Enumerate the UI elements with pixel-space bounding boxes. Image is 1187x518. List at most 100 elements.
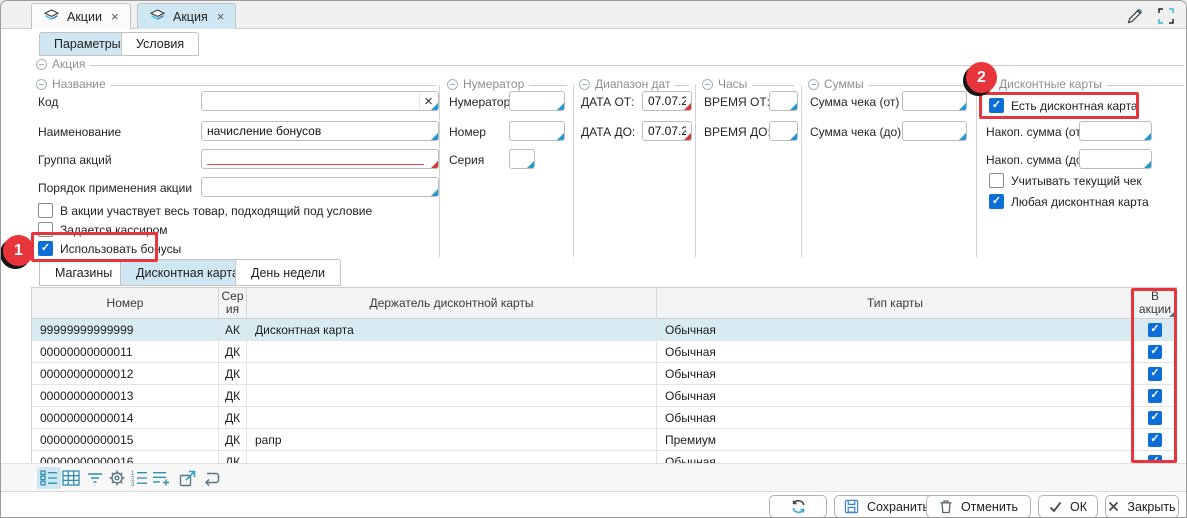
table-row[interactable]: 99999999999999 АК Дисконтная карта Обычн…	[32, 319, 1176, 341]
date-from-input[interactable]	[643, 92, 691, 110]
table-row[interactable]: 00000000000013 ДК Обычная	[32, 385, 1176, 407]
checkbox[interactable]	[989, 98, 1004, 113]
footer-bar: Сохранить Отменить ОК Закрыть	[1, 491, 1187, 518]
cancel-button[interactable]: Отменить	[926, 495, 1031, 518]
checkbox[interactable]	[989, 173, 1004, 188]
add-row-icon[interactable]	[149, 467, 173, 489]
collapse-icon[interactable]	[36, 59, 47, 70]
ok-button[interactable]: ОК	[1038, 495, 1098, 518]
collapse-icon[interactable]	[36, 79, 47, 90]
nomer-field[interactable]	[509, 121, 565, 141]
nakop-from-field[interactable]	[1079, 121, 1152, 141]
cb-use-bonus-row[interactable]: Использовать бонусы	[38, 241, 181, 256]
doc-tab-akciya[interactable]: Акция ×	[137, 3, 236, 29]
poryadok-field[interactable]	[201, 177, 439, 197]
date-to-field[interactable]	[642, 121, 692, 141]
kod-input[interactable]	[202, 92, 438, 110]
row-checkbox[interactable]	[1148, 411, 1162, 425]
sum-to-input[interactable]	[903, 122, 966, 140]
tab-magaziny[interactable]: Магазины	[39, 259, 128, 286]
poryadok-input[interactable]	[202, 178, 438, 196]
cb-current-check-row[interactable]: Учитывать текущий чек	[989, 173, 1142, 188]
nakop-from-input[interactable]	[1080, 122, 1151, 140]
checkbox[interactable]	[989, 194, 1004, 209]
close-button[interactable]: Закрыть	[1105, 495, 1179, 518]
collapse-icon[interactable]	[579, 79, 590, 90]
date-to-input[interactable]	[643, 122, 691, 140]
col-in-action[interactable]: В акции	[1134, 288, 1176, 318]
doc-tab-akcii[interactable]: Акции ×	[31, 3, 131, 29]
divider	[695, 85, 696, 257]
trash-icon	[939, 499, 953, 514]
row-checkbox[interactable]	[1148, 433, 1162, 447]
cb-all-goods-row[interactable]: В акции участвует весь товар, подходящий…	[38, 203, 372, 218]
gruppa-input[interactable]	[202, 150, 438, 168]
cb-any-card-row[interactable]: Любая дисконтная карта	[989, 194, 1149, 209]
collapse-icon[interactable]	[702, 79, 713, 90]
nakop-to-field[interactable]	[1079, 149, 1152, 169]
sum-from-input[interactable]	[903, 92, 966, 110]
cb-has-card-row[interactable]: Есть дисконтная карта	[989, 98, 1138, 113]
time-to-input[interactable]	[770, 122, 797, 140]
collapse-icon[interactable]	[808, 79, 819, 90]
col-number[interactable]: Номер	[32, 288, 219, 318]
numerator-input[interactable]	[510, 92, 564, 110]
row-checkbox[interactable]	[1148, 367, 1162, 381]
checkbox[interactable]	[38, 241, 53, 256]
poryadok-label: Порядок применения акции	[38, 181, 192, 195]
cell-holder	[247, 385, 657, 406]
nomer-input[interactable]	[510, 122, 564, 140]
seriya-field[interactable]	[509, 149, 535, 169]
cb-cashier-row[interactable]: Задается кассиром	[38, 222, 168, 237]
seriya-input[interactable]	[510, 150, 534, 168]
refresh-icon	[791, 499, 806, 514]
reload-icon[interactable]	[199, 467, 223, 489]
time-from-field[interactable]	[769, 91, 798, 111]
sum-to-field[interactable]	[902, 121, 967, 141]
row-checkbox[interactable]	[1148, 455, 1162, 464]
save-button[interactable]: Сохранить	[834, 495, 939, 518]
naimenovanie-input[interactable]	[202, 122, 438, 140]
fullscreen-icon[interactable]	[1158, 8, 1174, 29]
clear-icon[interactable]: ×	[419, 93, 437, 109]
row-checkbox[interactable]	[1148, 389, 1162, 403]
row-checkbox[interactable]	[1148, 323, 1162, 337]
row-checkbox[interactable]	[1148, 345, 1162, 359]
date-from-field[interactable]	[642, 91, 692, 111]
gruppa-field[interactable]	[201, 149, 439, 169]
col-card-type[interactable]: Тип карты	[657, 288, 1134, 318]
col-series[interactable]: Серия	[219, 288, 247, 318]
kod-field[interactable]: ×	[201, 91, 439, 111]
tab-close-icon[interactable]: ×	[111, 9, 119, 24]
numerator-field[interactable]	[509, 91, 565, 111]
refresh-button[interactable]	[769, 495, 827, 518]
tab-den-nedeli[interactable]: День недели	[235, 259, 341, 286]
collapse-icon[interactable]	[983, 79, 994, 90]
cell-series: ДК	[219, 407, 247, 428]
tab-usloviya[interactable]: Условия	[121, 32, 199, 56]
numbered-list-icon[interactable]: 123	[127, 467, 151, 489]
filter-icon[interactable]	[83, 467, 107, 489]
table-row[interactable]: 00000000000011 ДК Обычная	[32, 341, 1176, 363]
open-external-icon[interactable]	[175, 467, 199, 489]
time-to-field[interactable]	[769, 121, 798, 141]
tab-close-icon[interactable]: ×	[217, 9, 225, 24]
cell-series: ДК	[219, 451, 247, 463]
edit-pencil-icon[interactable]	[1126, 7, 1144, 30]
group-title: Диапазон дат	[595, 77, 670, 91]
col-holder[interactable]: Держатель дисконтной карты	[247, 288, 657, 318]
table-row[interactable]: 00000000000014 ДК Обычная	[32, 407, 1176, 429]
checkbox[interactable]	[38, 203, 53, 218]
nakop-to-input[interactable]	[1080, 150, 1151, 168]
time-from-input[interactable]	[770, 92, 797, 110]
sum-from-field[interactable]	[902, 91, 967, 111]
list-view-icon[interactable]	[37, 467, 61, 489]
table-row[interactable]: 00000000000015 ДК рапр Премиум	[32, 429, 1176, 451]
table-row[interactable]: 00000000000012 ДК Обычная	[32, 363, 1176, 385]
naimenovanie-field[interactable]	[201, 121, 439, 141]
settings-gear-icon[interactable]	[105, 467, 129, 489]
grid-view-icon[interactable]	[59, 467, 83, 489]
collapse-icon[interactable]	[447, 79, 458, 90]
table-row[interactable]: 00000000000016 ДК Обычная	[32, 451, 1176, 463]
checkbox[interactable]	[38, 222, 53, 237]
